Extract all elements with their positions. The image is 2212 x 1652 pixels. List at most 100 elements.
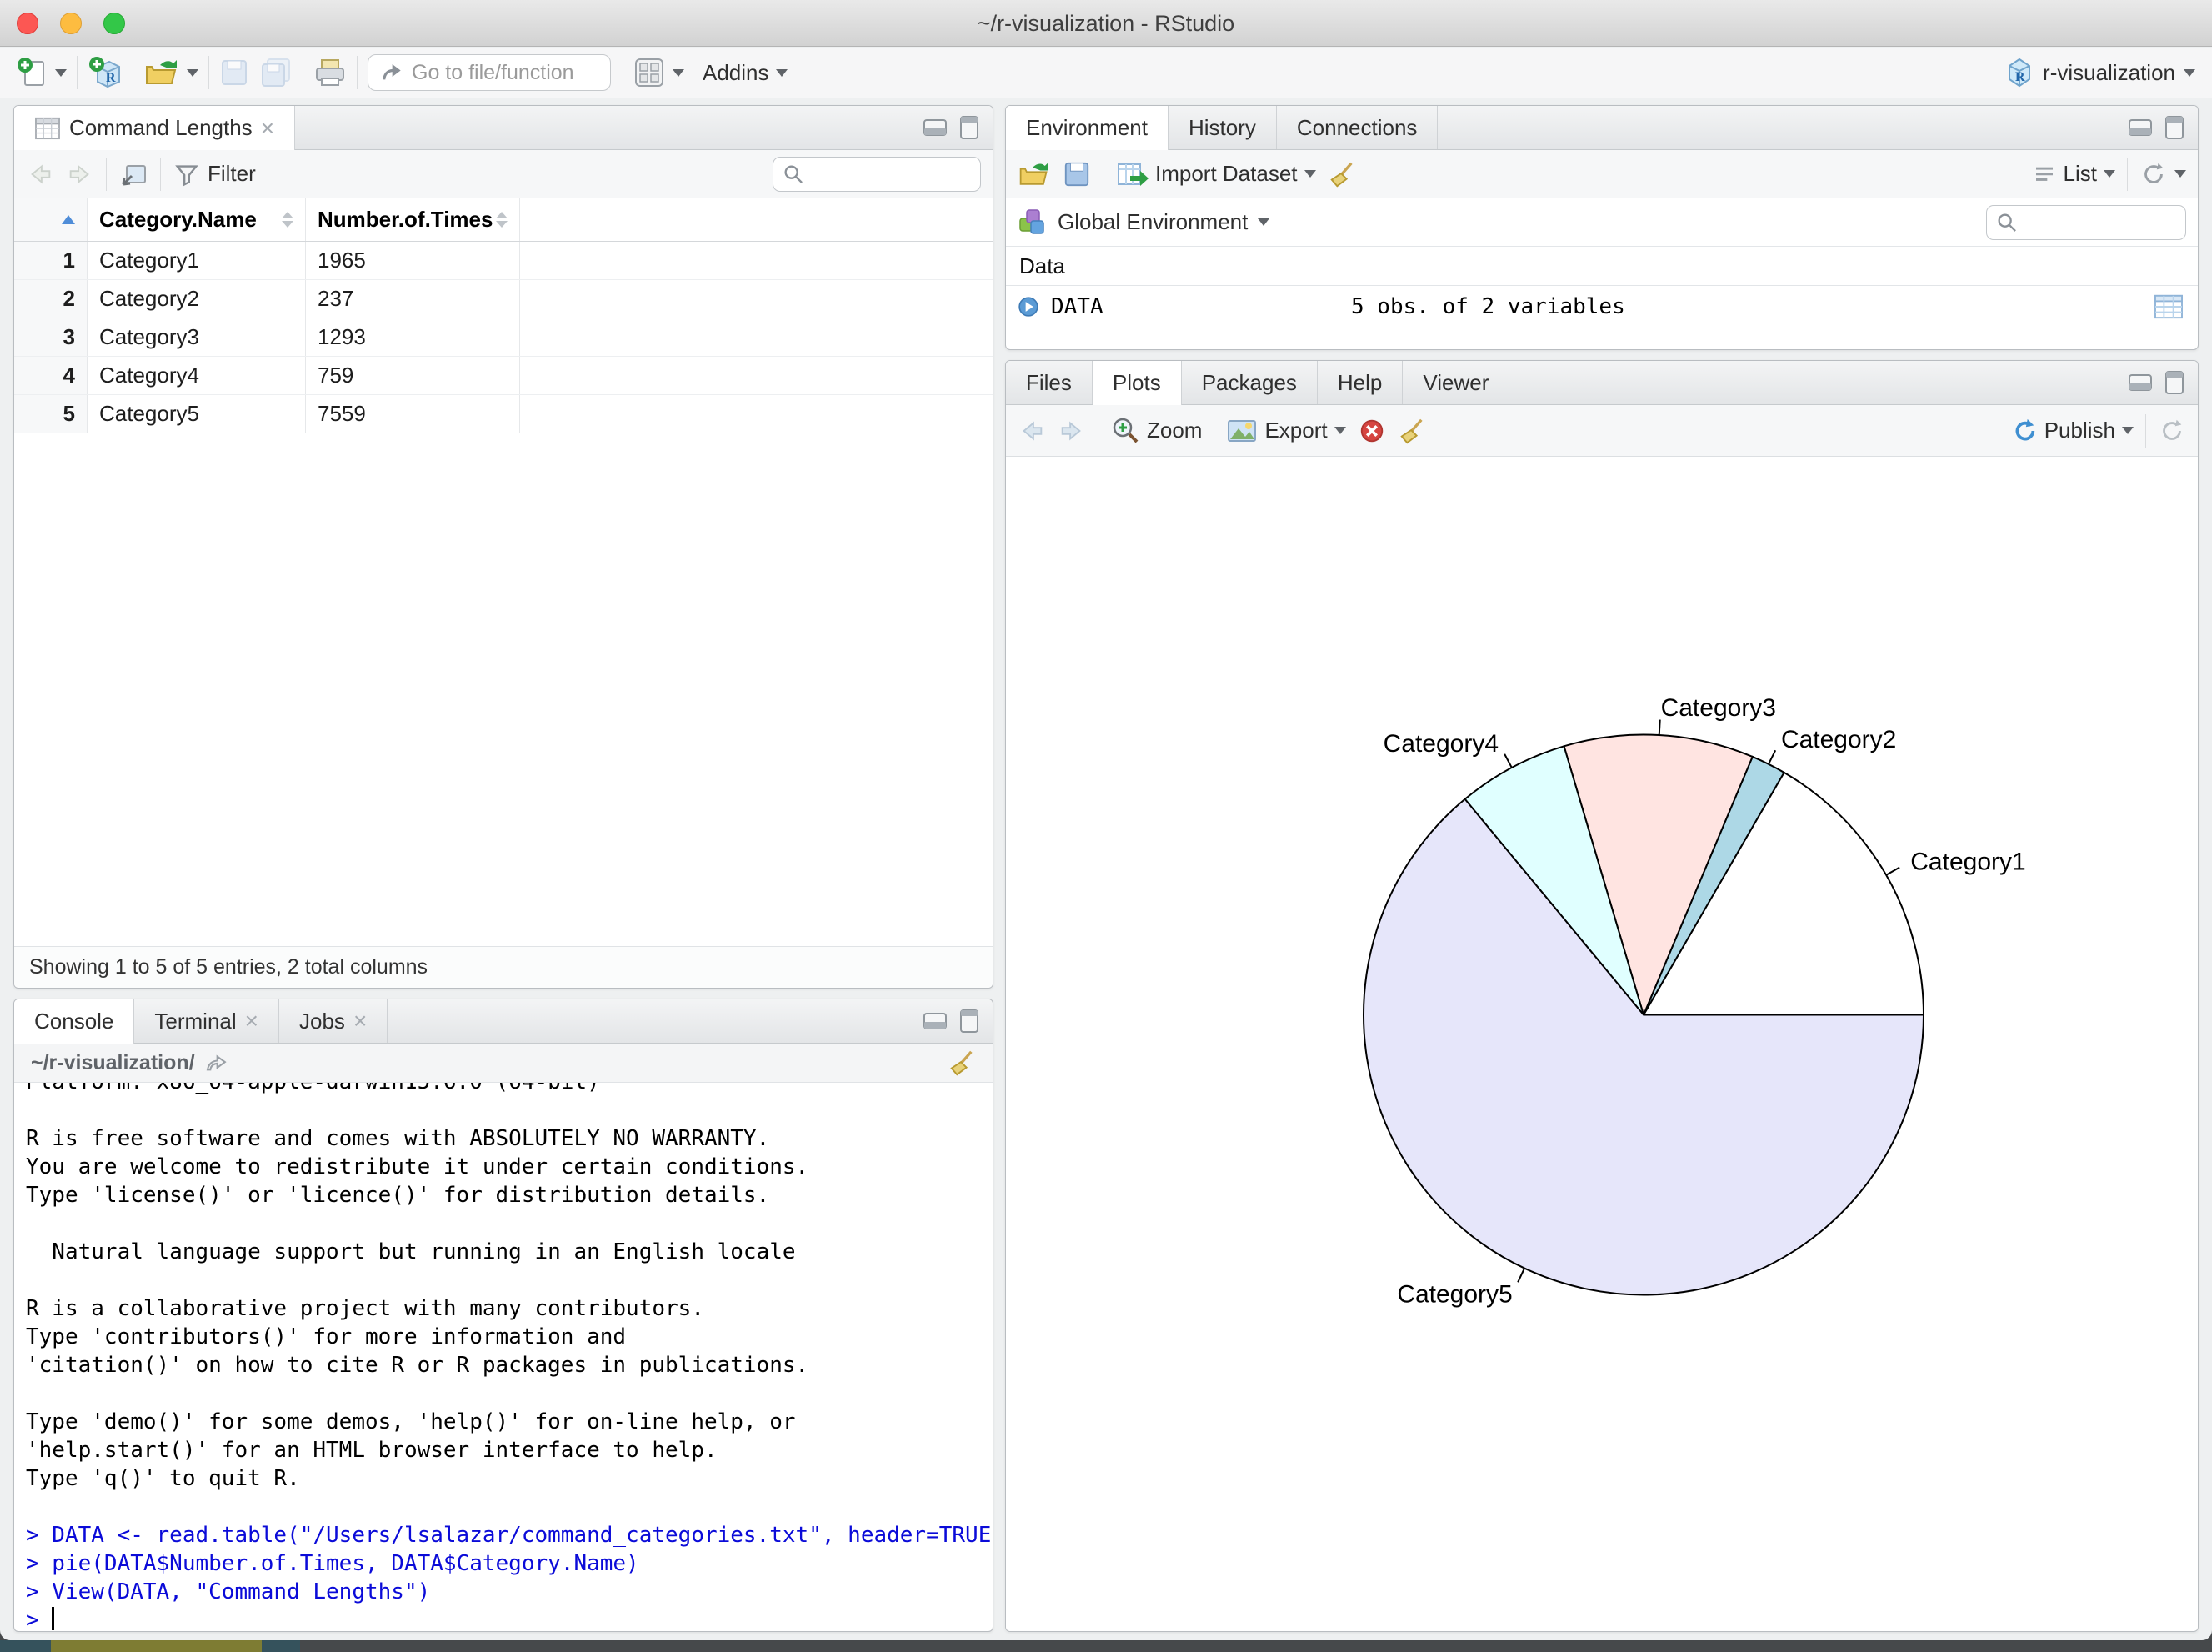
toolbar-separator <box>160 157 161 191</box>
environment-scope-row: Global Environment <box>1006 198 2198 247</box>
maximize-pane-icon[interactable] <box>959 1009 979 1034</box>
maximize-pane-icon[interactable] <box>2164 370 2184 395</box>
rownum-header[interactable] <box>14 198 88 241</box>
maximize-pane-icon[interactable] <box>2164 115 2184 140</box>
save-workspace-icon[interactable] <box>1063 160 1091 188</box>
cell-number-of-times: 1293 <box>306 318 520 356</box>
table-row[interactable]: 2 Category2 237 <box>14 280 993 318</box>
close-tab-icon[interactable]: × <box>353 1009 367 1033</box>
previous-plot-icon[interactable] <box>1018 417 1046 445</box>
save-all-button[interactable] <box>259 58 293 88</box>
viewer-search-input[interactable] <box>773 156 981 192</box>
goto-directory-icon[interactable] <box>203 1050 228 1075</box>
console-line: > View(DATA, "Command Lengths") <box>26 1579 431 1604</box>
environment-object-row[interactable]: DATA 5 obs. of 2 variables <box>1006 285 2198 328</box>
table-row[interactable]: 3 Category3 1293 <box>14 318 993 357</box>
environment-search-input[interactable] <box>1986 204 2186 240</box>
console-line: Natural language support but running in … <box>26 1239 796 1264</box>
view-data-icon[interactable] <box>2153 293 2184 320</box>
new-project-icon: R <box>89 57 120 88</box>
tab-files[interactable]: Files <box>1006 361 1093 404</box>
clear-plots-icon[interactable] <box>1398 417 1426 445</box>
refresh-caret <box>2174 170 2186 178</box>
toolbar-separator <box>77 56 78 89</box>
refresh-plot-icon[interactable] <box>2158 417 2186 445</box>
tab-command-lengths[interactable]: Command Lengths × <box>14 106 296 150</box>
pane-layout-caret[interactable] <box>673 68 684 77</box>
filter-button[interactable]: Filter <box>173 160 256 188</box>
addins-button[interactable]: Addins <box>703 60 788 86</box>
console-line: R is free software and comes with ABSOLU… <box>26 1126 770 1151</box>
save-button[interactable] <box>219 58 249 88</box>
sort-icons[interactable] <box>496 212 508 228</box>
clear-environment-icon[interactable] <box>1328 160 1356 188</box>
table-row[interactable]: 1 Category1 1965 <box>14 242 993 280</box>
import-dataset-caret <box>1304 170 1316 178</box>
refresh-environment-button[interactable] <box>2139 160 2186 188</box>
working-directory[interactable]: ~/r-visualization/ <box>31 1051 195 1075</box>
close-tab-icon[interactable]: × <box>261 116 274 140</box>
global-environment-caret[interactable] <box>1258 218 1270 226</box>
table-status-bar: Showing 1 to 5 of 5 entries, 2 total col… <box>14 946 993 988</box>
table-row[interactable]: 5 Category5 7559 <box>14 395 993 433</box>
open-file-caret[interactable] <box>187 68 198 77</box>
minimize-pane-icon[interactable] <box>923 1010 948 1032</box>
remove-plot-icon[interactable] <box>1358 417 1386 445</box>
tab-environment[interactable]: Environment <box>1006 106 1169 150</box>
publish-plot-button[interactable]: Publish <box>2009 417 2134 445</box>
zoom-plot-button[interactable]: Zoom <box>1110 416 1202 446</box>
column-header-category-name[interactable]: Category.Name <box>88 198 306 241</box>
nav-forward-icon[interactable] <box>66 160 94 188</box>
table-row[interactable]: 4 Category4 759 <box>14 357 993 395</box>
console-line: 'citation()' on how to cite R or R packa… <box>26 1353 809 1378</box>
new-project-button[interactable]: R <box>88 55 123 90</box>
console-line: > pie(DATA$Number.of.Times, DATA$Categor… <box>26 1551 639 1576</box>
tab-jobs[interactable]: Jobs × <box>279 999 388 1043</box>
tab-history[interactable]: History <box>1169 106 1277 149</box>
console-output[interactable]: Platform: x86_64-apple-darwin15.6.0 (64-… <box>14 1083 993 1631</box>
cell-category-name: Category3 <box>88 318 306 356</box>
row-number: 3 <box>14 318 88 356</box>
minimize-pane-icon[interactable] <box>2128 117 2153 138</box>
global-environment-label[interactable]: Global Environment <box>1058 209 1248 235</box>
open-file-button[interactable] <box>143 57 198 88</box>
tab-packages[interactable]: Packages <box>1182 361 1318 404</box>
maximize-pane-icon[interactable] <box>959 115 979 140</box>
print-button[interactable] <box>313 57 347 88</box>
next-plot-icon[interactable] <box>1058 417 1086 445</box>
load-workspace-icon[interactable] <box>1018 159 1051 189</box>
tab-plots[interactable]: Plots <box>1092 361 1182 405</box>
expand-object-icon[interactable] <box>1016 294 1041 319</box>
export-plot-button[interactable]: Export <box>1226 417 1346 445</box>
tab-connections[interactable]: Connections <box>1277 106 1439 149</box>
nav-back-icon[interactable] <box>26 160 54 188</box>
list-view-button[interactable]: List <box>2032 161 2115 187</box>
minimize-pane-icon[interactable] <box>923 117 948 138</box>
pie-label-tick <box>1658 719 1661 736</box>
pane-layout-button[interactable] <box>633 56 684 89</box>
cell-category-name: Category5 <box>88 395 306 433</box>
cell-number-of-times: 237 <box>306 280 520 318</box>
new-file-caret[interactable] <box>55 68 67 77</box>
desktop-strip <box>0 1640 2212 1652</box>
tab-help[interactable]: Help <box>1318 361 1404 404</box>
tab-console[interactable]: Console <box>14 999 135 1044</box>
minimize-pane-icon[interactable] <box>2128 372 2153 393</box>
tab-viewer[interactable]: Viewer <box>1403 361 1510 404</box>
close-tab-icon[interactable]: × <box>245 1009 258 1033</box>
viewer-tabbar: Command Lengths × <box>14 106 993 150</box>
pie-label-tick <box>1517 1268 1525 1283</box>
clear-console-icon[interactable] <box>948 1049 976 1077</box>
sort-icons[interactable] <box>282 212 293 228</box>
save-icon <box>222 60 247 85</box>
goto-file-input[interactable]: Go to file/function <box>368 54 611 91</box>
popout-window-icon[interactable] <box>118 159 148 189</box>
project-selector[interactable]: R r-visualization <box>2004 56 2195 89</box>
new-file-button[interactable] <box>17 57 67 88</box>
console-line: Type 'license()' or 'licence()' for dist… <box>26 1183 770 1208</box>
import-dataset-button[interactable]: Import Dataset <box>1115 159 1316 189</box>
column-header-number-of-times[interactable]: Number.of.Times <box>306 198 520 241</box>
addins-caret <box>775 68 788 77</box>
tab-terminal[interactable]: Terminal × <box>134 999 280 1043</box>
main-toolbar: R Go to file/function Addins R r-visuali… <box>0 48 2212 98</box>
